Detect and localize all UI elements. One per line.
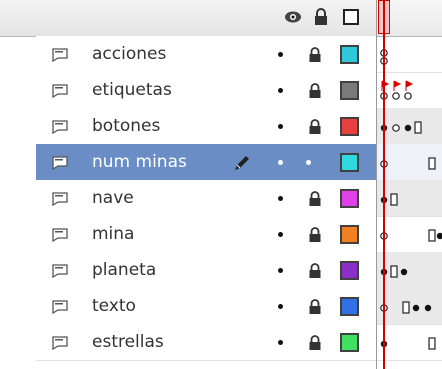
lock-icon[interactable] (306, 118, 324, 136)
layer-row-mina[interactable]: mina (36, 216, 376, 253)
layer-name: planeta (92, 260, 157, 280)
outline-color-swatch[interactable] (340, 45, 359, 64)
eye-icon[interactable] (284, 8, 302, 26)
layer-name: num minas (92, 152, 187, 172)
visibility-dot[interactable] (278, 340, 283, 345)
outline-color-swatch[interactable] (340, 81, 359, 100)
layer-icon (52, 300, 68, 314)
layer-icon (52, 84, 68, 98)
visibility-dot[interactable] (278, 160, 283, 165)
layer-icon (52, 336, 68, 350)
outline-color-swatch[interactable] (340, 261, 359, 280)
outline-color-swatch[interactable] (340, 189, 359, 208)
visibility-dot[interactable] (278, 304, 283, 309)
outline-color-swatch[interactable] (340, 153, 359, 172)
layer-row-etiquetas[interactable]: etiquetas (36, 72, 376, 109)
layer-icon (52, 264, 68, 278)
layer-icon (52, 48, 68, 62)
unlock-dot[interactable] (306, 160, 311, 165)
lock-icon[interactable] (306, 82, 324, 100)
playhead[interactable] (383, 0, 385, 369)
lock-icon[interactable] (306, 262, 324, 280)
layer-row-nave[interactable]: nave (36, 180, 376, 217)
layer-name: acciones (92, 44, 167, 64)
layer-icon (52, 228, 68, 242)
layer-name: texto (92, 296, 136, 316)
outline-square-icon[interactable] (342, 8, 360, 26)
lock-icon[interactable] (306, 226, 324, 244)
layer-icon (52, 120, 68, 134)
layer-row-acciones[interactable]: acciones (36, 36, 376, 73)
lock-icon[interactable] (312, 8, 330, 26)
keyframes[interactable] (377, 0, 442, 369)
visibility-dot[interactable] (278, 88, 283, 93)
layer-icon (52, 192, 68, 206)
layer-row-planeta[interactable]: planeta (36, 252, 376, 289)
timeline-frames[interactable] (376, 0, 442, 369)
lock-icon[interactable] (306, 190, 324, 208)
visibility-dot[interactable] (278, 52, 283, 57)
layer-name: mina (92, 224, 135, 244)
layer-row-texto[interactable]: texto (36, 288, 376, 325)
layer-icon (52, 156, 68, 170)
layer-name: estrellas (92, 332, 164, 352)
outline-color-swatch[interactable] (340, 297, 359, 316)
layer-row-estrellas[interactable]: estrellas (36, 324, 376, 361)
layer-row-botones[interactable]: botones (36, 108, 376, 145)
outline-color-swatch[interactable] (340, 333, 359, 352)
pencil-icon (235, 156, 249, 170)
lock-icon[interactable] (306, 46, 324, 64)
outline-color-swatch[interactable] (340, 225, 359, 244)
visibility-dot[interactable] (278, 232, 283, 237)
layer-row-num-minas[interactable]: num minas (36, 144, 376, 181)
lock-icon[interactable] (306, 298, 324, 316)
outline-color-swatch[interactable] (340, 117, 359, 136)
lock-icon[interactable] (306, 334, 324, 352)
layer-name: botones (92, 116, 161, 136)
visibility-dot[interactable] (278, 196, 283, 201)
layer-name: nave (92, 188, 134, 208)
visibility-dot[interactable] (278, 268, 283, 273)
visibility-dot[interactable] (278, 124, 283, 129)
layer-name: etiquetas (92, 80, 172, 100)
